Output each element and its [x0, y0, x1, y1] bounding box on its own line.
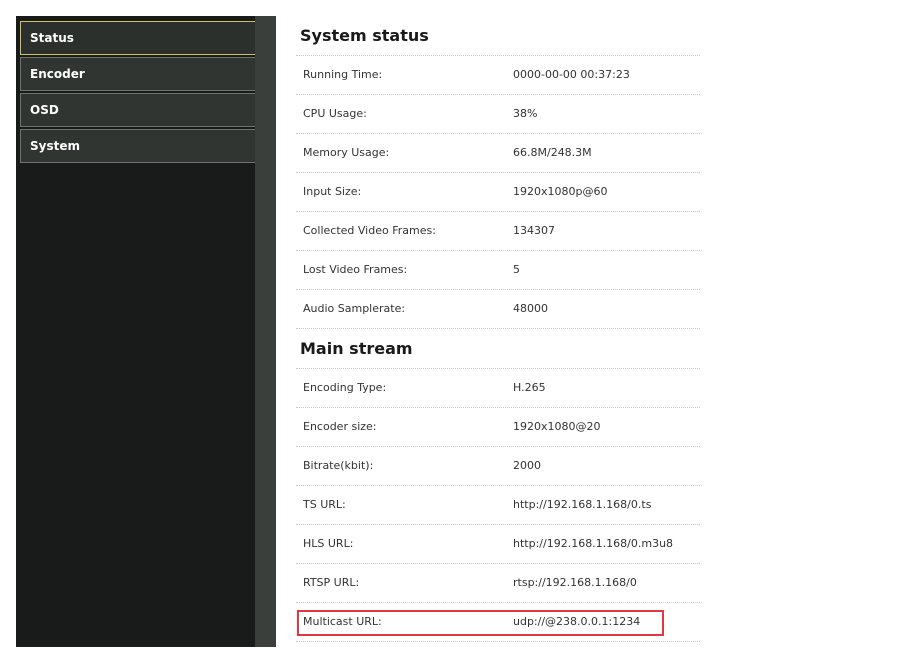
row-label: Bitrate(kbit):	[303, 459, 374, 472]
stream-row-multicast-url: Multicast URL: udp://@238.0.0.1:1234	[296, 603, 700, 642]
status-row-running-time: Running Time: 0000-00-00 00:37:23	[296, 56, 700, 95]
row-label: CPU Usage:	[303, 107, 367, 120]
row-value: 134307	[513, 224, 555, 237]
rtsp-url-value: rtsp://192.168.1.168/0	[513, 576, 637, 589]
row-label: Audio Samplerate:	[303, 302, 406, 315]
stream-row-hls-url: HLS URL: http://192.168.1.168/0.m3u8	[296, 525, 700, 564]
status-row-memory-usage: Memory Usage: 66.8M/248.3M	[296, 134, 700, 173]
row-value: 2000	[513, 459, 541, 472]
system-status-heading: System status	[296, 16, 700, 56]
sidebar-item-system[interactable]: System	[20, 129, 257, 163]
status-row-collected-frames: Collected Video Frames: 134307	[296, 212, 700, 251]
main-stream-heading: Main stream	[296, 329, 700, 369]
sidebar-item-status[interactable]: Status	[20, 21, 257, 55]
row-label: RTSP URL:	[303, 576, 360, 589]
ts-url-value: http://192.168.1.168/0.ts	[513, 498, 652, 511]
sidebar: Status Encoder OSD System	[16, 16, 257, 647]
row-label: Running Time:	[303, 68, 383, 81]
status-row-lost-frames: Lost Video Frames: 5	[296, 251, 700, 290]
row-label: Multicast URL:	[303, 615, 382, 628]
stream-row-rtsp-url: RTSP URL: rtsp://192.168.1.168/0	[296, 564, 700, 603]
row-label: HLS URL:	[303, 537, 354, 550]
row-value: 1920x1080@20	[513, 420, 601, 433]
stream-row-encoder-size: Encoder size: 1920x1080@20	[296, 408, 700, 447]
sidebar-divider	[255, 16, 276, 647]
status-row-input-size: Input Size: 1920x1080p@60	[296, 173, 700, 212]
row-value: 38%	[513, 107, 538, 120]
row-value: 0000-00-00 00:37:23	[513, 68, 630, 81]
stream-row-encoding-type: Encoding Type: H.265	[296, 369, 700, 408]
row-label: Collected Video Frames:	[303, 224, 436, 237]
row-label: Lost Video Frames:	[303, 263, 408, 276]
status-row-audio-samplerate: Audio Samplerate: 48000	[296, 290, 700, 329]
sidebar-item-encoder[interactable]: Encoder	[20, 57, 257, 91]
app-window: Status Encoder OSD System System status …	[0, 0, 910, 653]
row-value: 48000	[513, 302, 548, 315]
row-label: Memory Usage:	[303, 146, 390, 159]
hls-url-value: http://192.168.1.168/0.m3u8	[513, 537, 674, 550]
row-value: H.265	[513, 381, 546, 394]
row-label: Encoding Type:	[303, 381, 387, 394]
row-value: 1920x1080p@60	[513, 185, 608, 198]
row-label: TS URL:	[303, 498, 346, 511]
row-value: 66.8M/248.3M	[513, 146, 592, 159]
status-row-cpu-usage: CPU Usage: 38%	[296, 95, 700, 134]
status-content: System status Running Time: 0000-00-00 0…	[296, 16, 700, 642]
stream-row-ts-url: TS URL: http://192.168.1.168/0.ts	[296, 486, 700, 525]
stream-row-bitrate: Bitrate(kbit): 2000	[296, 447, 700, 486]
row-label: Encoder size:	[303, 420, 377, 433]
row-label: Input Size:	[303, 185, 362, 198]
multicast-url-value: udp://@238.0.0.1:1234	[513, 615, 641, 628]
row-value: 5	[513, 263, 520, 276]
sidebar-item-osd[interactable]: OSD	[20, 93, 257, 127]
